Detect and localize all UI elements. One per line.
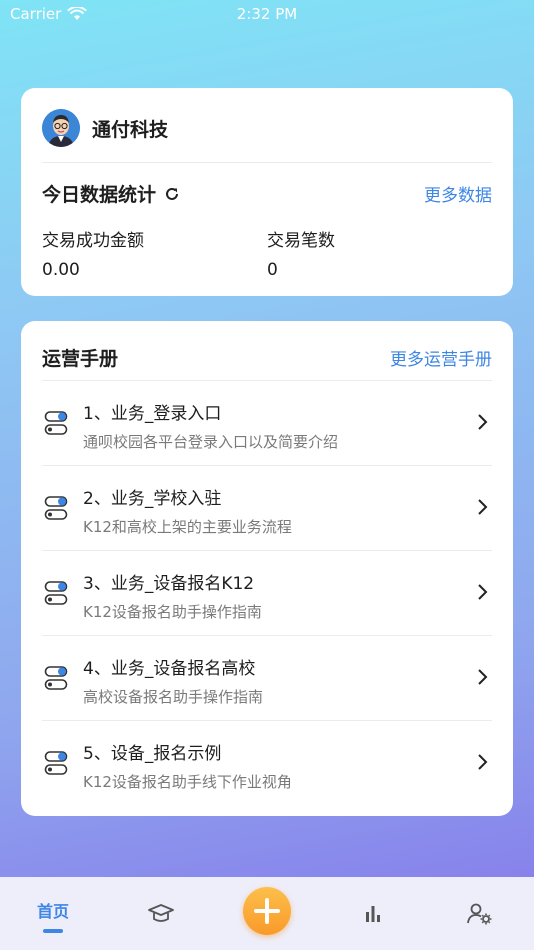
tab-courses[interactable] <box>136 877 186 950</box>
bar-chart-icon <box>366 905 380 922</box>
item-title: 4、业务_设备报名高校 <box>83 659 256 679</box>
item-title: 2、业务_学校入驻 <box>83 489 222 509</box>
company-name: 通付科技 <box>92 118 169 141</box>
stat-amount: 交易成功金额 0.00 <box>42 226 144 280</box>
list-item[interactable]: 5、设备_报名示例 K12设备报名助手线下作业视角 <box>42 720 492 805</box>
item-title: 5、设备_报名示例 <box>83 744 222 764</box>
stat-label: 交易笔数 <box>267 231 335 251</box>
manual-header: 运营手册 更多运营手册 <box>42 344 492 371</box>
toggle-icon <box>44 411 68 435</box>
add-icon <box>254 898 280 924</box>
tab-stats[interactable] <box>348 877 398 950</box>
company-stats-card: 通付科技 今日数据统计 更多数据 交易成功金额 0.00 交易笔数 0 <box>21 88 513 296</box>
item-desc: 通呗校园各平台登录入口以及简要介绍 <box>83 433 339 451</box>
graduation-cap-icon <box>148 903 174 922</box>
item-title: 1、业务_登录入口 <box>83 404 222 424</box>
refresh-icon[interactable] <box>164 186 180 202</box>
divider <box>42 162 492 163</box>
chevron-right-icon <box>478 414 488 430</box>
chevron-right-icon <box>478 499 488 515</box>
chevron-right-icon <box>478 754 488 770</box>
tab-home-label: 首页 <box>36 902 69 921</box>
status-time: 2:32 PM <box>236 5 298 23</box>
user-settings-icon <box>467 903 492 924</box>
list-item[interactable]: 2、业务_学校入驻 K12和高校上架的主要业务流程 <box>42 465 492 550</box>
tab-active-indicator <box>43 929 63 933</box>
list-item[interactable]: 4、业务_设备报名高校 高校设备报名助手操作指南 <box>42 635 492 720</box>
item-desc: K12和高校上架的主要业务流程 <box>83 518 292 536</box>
avatar[interactable] <box>42 109 80 147</box>
toggle-icon <box>44 666 68 690</box>
company-header: 通付科技 <box>42 109 168 147</box>
item-desc: K12设备报名助手线下作业视角 <box>83 773 292 791</box>
avatar-icon <box>42 109 80 147</box>
stats-title-group: 今日数据统计 <box>42 180 180 207</box>
manual-list: 1、业务_登录入口 通呗校园各平台登录入口以及简要介绍 2、业务_学校入驻 K1… <box>42 380 492 805</box>
toggle-icon <box>44 496 68 520</box>
item-desc: 高校设备报名助手操作指南 <box>83 688 264 706</box>
stats-title: 今日数据统计 <box>42 184 157 206</box>
add-button[interactable] <box>243 887 291 935</box>
tab-home[interactable]: 首页 <box>18 877 88 950</box>
more-manual-link[interactable]: 更多运营手册 <box>390 345 492 370</box>
list-item[interactable]: 3、业务_设备报名K12 K12设备报名助手操作指南 <box>42 550 492 635</box>
chevron-right-icon <box>478 584 488 600</box>
manual-card: 运营手册 更多运营手册 1、业务_登录入口 通呗校园各平台登录入口以及简要介绍 … <box>21 321 513 816</box>
item-title: 3、业务_设备报名K12 <box>83 574 255 594</box>
manual-title: 运营手册 <box>42 348 119 370</box>
stat-value: 0.00 <box>42 260 80 280</box>
tab-profile[interactable] <box>455 877 505 950</box>
toggle-icon <box>44 581 68 605</box>
list-item[interactable]: 1、业务_登录入口 通呗校园各平台登录入口以及简要介绍 <box>42 380 492 465</box>
chevron-right-icon <box>478 669 488 685</box>
stat-count: 交易笔数 0 <box>267 226 335 280</box>
stats-header: 今日数据统计 更多数据 <box>42 180 492 207</box>
more-data-link[interactable]: 更多数据 <box>424 181 492 206</box>
item-desc: K12设备报名助手操作指南 <box>83 603 262 621</box>
stat-value: 0 <box>267 260 278 280</box>
toggle-icon <box>44 751 68 775</box>
stat-label: 交易成功金额 <box>42 231 144 251</box>
status-bar: Carrier 2:32 PM <box>0 0 534 30</box>
